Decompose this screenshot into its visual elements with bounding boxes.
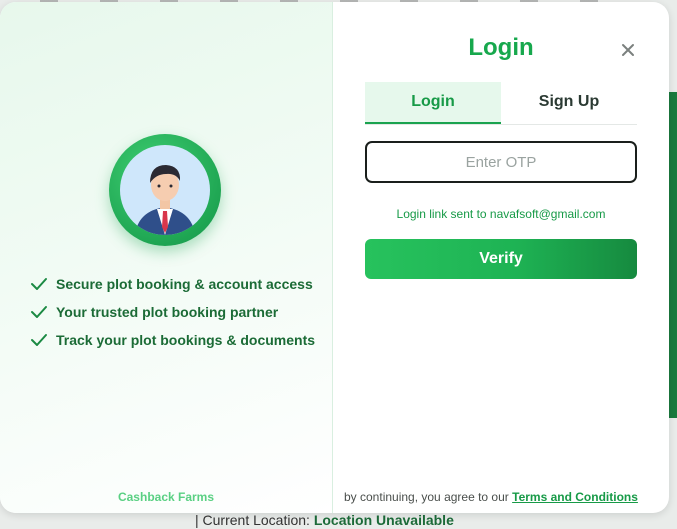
background-location: | Current Location: Location Unavailable (195, 512, 454, 528)
check-icon (31, 278, 47, 290)
feature-item: Your trusted plot booking partner (28, 302, 318, 322)
left-info-panel: Secure plot booking & account access You… (0, 2, 333, 513)
tab-sign-up[interactable]: Sign Up (501, 82, 637, 124)
brand-name: Cashback Farms (117, 490, 215, 504)
location-label: Current Location: (202, 512, 310, 528)
feature-text: Track your plot bookings & documents (56, 332, 316, 348)
avatar (109, 134, 221, 246)
feature-list: Secure plot booking & account access You… (28, 274, 318, 358)
avatar-image (120, 145, 210, 235)
auth-tabs: Login Sign Up (365, 82, 637, 125)
otp-input[interactable] (365, 141, 637, 183)
feature-item: Track your plot bookings & documents (28, 330, 318, 350)
feature-text: Secure plot booking & account access (56, 276, 313, 292)
terms-link[interactable]: Terms and Conditions (512, 490, 638, 504)
feature-text: Your trusted plot booking partner (56, 304, 279, 320)
close-icon (622, 44, 634, 56)
login-link-sent-message: Login link sent to navafsoft@gmail.com (396, 207, 606, 221)
close-button[interactable] (618, 40, 638, 60)
user-avatar-icon (135, 165, 195, 235)
feature-item: Secure plot booking & account access (28, 274, 318, 294)
check-icon (31, 306, 47, 318)
verify-button[interactable]: Verify (365, 239, 637, 279)
location-value: Location Unavailable (313, 512, 454, 528)
terms-prefix: by continuing, you agree to our (344, 490, 509, 504)
terms-notice: by continuing, you agree to our Terms an… (344, 490, 638, 504)
tab-login[interactable]: Login (365, 82, 501, 124)
check-icon (31, 334, 47, 346)
